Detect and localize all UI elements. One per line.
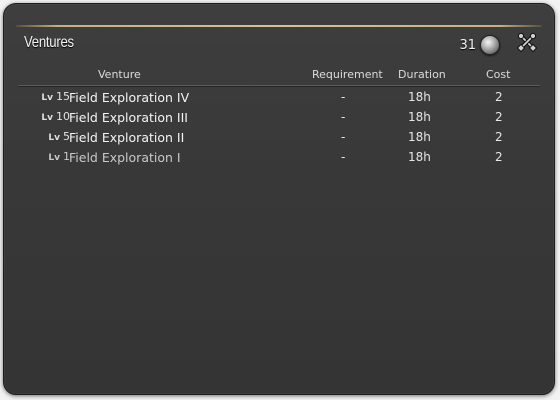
ventures-window: Ventures 31 Venture Requirement Duration…: [3, 3, 555, 395]
venture-level: Lv 15: [41, 90, 70, 103]
venture-name: Field Exploration IV: [69, 90, 190, 105]
venture-requirement: -: [341, 110, 346, 124]
venture-requirement: -: [341, 130, 346, 144]
venture-level: Lv 5: [48, 130, 70, 143]
column-header-venture[interactable]: Venture: [98, 68, 141, 81]
venture-row[interactable]: Lv 10 Field Exploration III - 18h 2: [18, 107, 540, 127]
level-prefix: Lv: [41, 93, 53, 103]
level-prefix: Lv: [48, 133, 60, 143]
venture-level: Lv 1: [48, 150, 70, 163]
venture-duration: 18h: [408, 90, 431, 104]
level-value: 10: [56, 110, 70, 123]
window-title: Ventures: [24, 34, 74, 51]
venture-duration: 18h: [408, 130, 431, 144]
venture-requirement: -: [341, 90, 346, 104]
venture-name: Field Exploration I: [69, 150, 181, 165]
venture-duration: 18h: [408, 110, 431, 124]
venture-requirement: -: [341, 150, 346, 164]
column-header-row: Venture Requirement Duration Cost: [18, 65, 540, 86]
level-value: 15: [56, 90, 70, 103]
level-prefix: Lv: [41, 113, 53, 123]
venture-duration: 18h: [408, 150, 431, 164]
crossed-tools-icon[interactable]: [516, 31, 538, 53]
title-bar[interactable]: Ventures 31: [18, 27, 540, 57]
venture-cost: 2: [495, 90, 503, 104]
venture-cost: 2: [495, 130, 503, 144]
venture-coin-icon: [480, 35, 500, 55]
venture-count: 31: [459, 37, 476, 53]
venture-cost: 2: [495, 150, 503, 164]
venture-list: Lv 15 Field Exploration IV - 18h 2 Lv 10 F…: [18, 87, 540, 167]
venture-level: Lv 10: [41, 110, 70, 123]
venture-row[interactable]: Lv 15 Field Exploration IV - 18h 2: [18, 87, 540, 107]
venture-name: Field Exploration III: [69, 110, 188, 125]
venture-row[interactable]: Lv 1 Field Exploration I - 18h 2: [18, 147, 540, 167]
venture-cost: 2: [495, 110, 503, 124]
currency-display: 31: [459, 35, 500, 55]
venture-name: Field Exploration II: [69, 130, 185, 145]
level-prefix: Lv: [48, 153, 60, 163]
column-header-cost[interactable]: Cost: [486, 68, 510, 81]
column-header-duration[interactable]: Duration: [398, 68, 446, 81]
venture-row[interactable]: Lv 5 Field Exploration II - 18h 2: [18, 127, 540, 147]
column-header-requirement[interactable]: Requirement: [312, 68, 383, 81]
